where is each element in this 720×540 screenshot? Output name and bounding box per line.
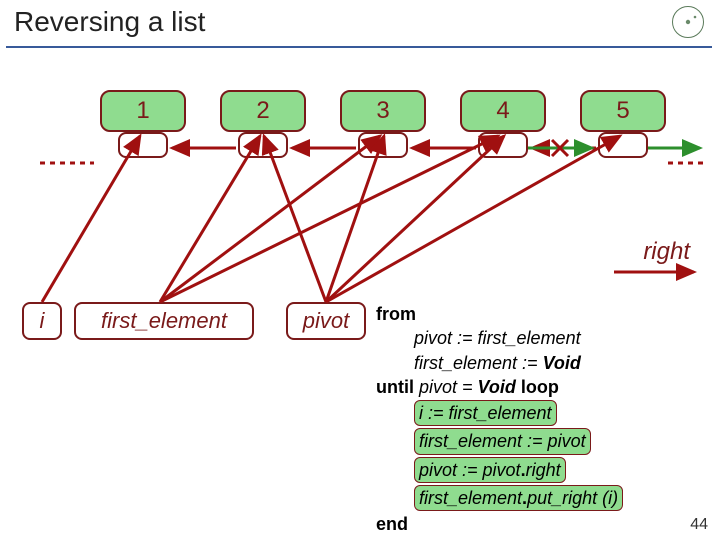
- page-title: Reversing a list: [14, 6, 205, 38]
- ptr-slot-4: [478, 132, 528, 158]
- list-node-5: 5: [580, 90, 666, 132]
- ptr-slot-5: [598, 132, 648, 158]
- var-i: i: [22, 302, 62, 340]
- var-pivot: pivot: [286, 302, 366, 340]
- right-label: right: [643, 238, 690, 266]
- list-node-3: 3: [340, 90, 426, 132]
- code-kw-end: end: [376, 514, 408, 534]
- code-kw-from: from: [376, 304, 416, 324]
- var-first-element: first_element: [74, 302, 254, 340]
- code-l1: pivot := first_element: [414, 328, 581, 348]
- slide: Reversing a list 1 2 3 4 5 right i first…: [0, 0, 720, 540]
- list-diagram: 1 2 3 4 5: [0, 70, 720, 270]
- code-h1: i := first_element: [414, 400, 557, 426]
- ptr-slot-1: [118, 132, 168, 158]
- ptr-slot-3: [358, 132, 408, 158]
- code-kw-until: until: [376, 377, 414, 397]
- code-cond-b: Void: [478, 377, 516, 397]
- code-h3a: pivot := pivot: [419, 460, 521, 480]
- code-h3c: right: [526, 460, 561, 480]
- code-kw-loop: loop: [516, 377, 559, 397]
- code-l2b: Void: [543, 353, 581, 373]
- code-h4a: first_element: [419, 488, 522, 508]
- logo-icon: [672, 6, 704, 38]
- code-h4c: put_right (i): [527, 488, 618, 508]
- code-block: from pivot := first_element first_elemen…: [376, 302, 706, 537]
- title-rule: [6, 46, 712, 48]
- code-cond-a: pivot =: [414, 377, 478, 397]
- page-number: 44: [690, 516, 708, 534]
- code-h2: first_element := pivot: [414, 428, 591, 454]
- list-node-4: 4: [460, 90, 546, 132]
- list-node-2: 2: [220, 90, 306, 132]
- code-l2a: first_element :=: [414, 353, 543, 373]
- list-node-1: 1: [100, 90, 186, 132]
- ptr-slot-2: [238, 132, 288, 158]
